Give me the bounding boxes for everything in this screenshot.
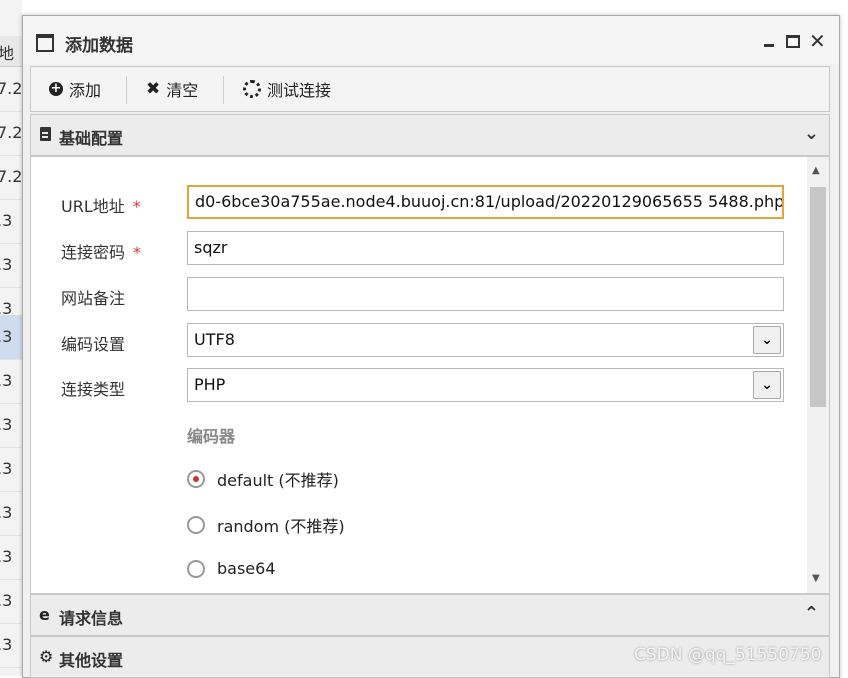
scrollbar-thumb[interactable] [810,187,826,407]
url-label-text: URL地址 [61,197,125,216]
background-row-text: 7.2 [0,167,22,186]
background-row[interactable]: .3 [0,447,22,492]
toolbar: + 添加 ✖ 清空 测试连接 [30,66,830,112]
clear-button-label: 清空 [166,81,199,100]
ie-icon: e [39,605,50,624]
background-row-text: .3 [0,371,13,390]
background-row[interactable]: .3 [0,243,22,288]
background-row[interactable]: .3 [0,623,22,668]
encoder-radio-base64[interactable]: base64 [187,559,276,578]
background-row-text: .3 [0,211,13,230]
spinner-icon [243,80,261,98]
background-row[interactable]: 7.2 [0,67,22,112]
background-list-header: 地 [0,36,22,67]
background-row[interactable]: .3 [0,199,22,244]
watermark: CSDN @qq_51550750 [634,645,822,665]
toolbar-divider [126,76,127,104]
toolbar-divider [223,76,224,104]
close-icon: ✖ [146,79,161,99]
chevron-down-icon[interactable]: ⌄ [753,371,781,399]
plus-circle-icon: + [49,81,63,96]
basic-config-panel: URL地址 * d0-6bce30a755ae.node4.buuoj.cn:81… [30,156,830,594]
add-data-dialog: 添加数据 ✕ + 添加 ✖ 清空 测试连接 基础配置 ⌄ URL地址 * d0-6… [22,15,840,678]
connection-type-value: PHP [194,375,226,394]
background-row-text: 7.2 [0,79,22,98]
section-request-label: 请求信息 [59,609,124,628]
document-icon [40,127,51,141]
encoding-select[interactable]: UTF8 ⌄ [187,323,784,357]
maximize-icon[interactable] [785,33,801,49]
background-row[interactable]: .3 [0,535,22,580]
background-row[interactable]: .3 [0,403,22,448]
background-row-text: .3 [0,547,13,566]
background-header-text: 地 [0,44,15,63]
password-label: 连接密码 * [61,239,141,263]
note-label: 网站备注 [61,289,126,308]
type-label: 连接类型 [61,380,126,399]
password-input[interactable]: sqzr [187,231,784,265]
radio-checked-icon[interactable] [187,470,205,488]
dialog-titlebar[interactable]: 添加数据 ✕ [23,16,839,64]
encoding-label: 编码设置 [61,335,126,354]
background-row-text: .3 [0,415,13,434]
encoder-label: default (不推荐) [217,471,339,490]
test-connection-label: 测试连接 [267,81,332,100]
vertical-scrollbar[interactable]: ▲ ▼ [807,157,829,593]
encoder-label: random (不推荐) [217,517,345,536]
add-button-label: 添加 [69,81,102,100]
background-row-text: .3 [0,459,13,478]
password-label-text: 连接密码 [61,243,126,262]
clear-button[interactable]: ✖ 清空 [146,67,198,111]
test-connection-button[interactable]: 测试连接 [243,67,331,111]
encoder-label: base64 [217,559,276,578]
scroll-down-icon[interactable]: ▼ [812,573,820,584]
section-request-info[interactable]: e 请求信息 ⌃ [30,594,830,636]
section-basic-config[interactable]: 基础配置 ⌄ [30,114,830,156]
background-row[interactable]: .3 [0,579,22,624]
background-row[interactable]: .3 [0,491,22,536]
background-row-text: .3 [0,327,13,346]
required-marker: * [133,243,142,262]
background-row[interactable]: .3 [0,359,22,404]
encoder-radio-random[interactable]: random (不推荐) [187,513,345,537]
background-row-text: 7.2 [0,123,22,142]
radio-unchecked-icon[interactable] [187,559,205,578]
note-input[interactable] [187,277,784,311]
encoder-title: 编码器 [187,427,236,446]
background-row[interactable]: 7.2 [0,155,22,200]
background-row-text: .3 [0,503,13,522]
required-marker: * [132,197,141,216]
background-row-text: .3 [0,255,13,274]
window-icon [36,34,54,52]
encoding-value: UTF8 [194,330,235,349]
gears-icon: ⚙ [39,647,54,666]
background-row-text: .3 [0,635,13,654]
minimize-icon[interactable] [761,33,777,49]
section-basic-label: 基础配置 [59,129,124,148]
chevron-up-icon[interactable]: ⌃ [804,603,819,624]
add-button[interactable]: + 添加 [49,67,101,111]
scroll-up-icon[interactable]: ▲ [812,165,820,176]
background-row[interactable]: 7.2 [0,111,22,156]
connection-type-select[interactable]: PHP ⌄ [187,368,784,402]
background-list: 地 7.2 7.2 7.2 .3 .3 .3 .3 .3 .3 .3 .3 .3… [0,0,22,676]
chevron-down-icon[interactable]: ⌄ [804,123,819,144]
background-row-selected[interactable]: .3 [0,315,22,360]
section-other-label: 其他设置 [59,651,124,670]
chevron-down-icon[interactable]: ⌄ [753,326,781,354]
background-row-text: .3 [0,591,13,610]
dialog-title: 添加数据 [65,36,133,56]
radio-unchecked-icon[interactable] [187,516,205,534]
encoder-radio-default[interactable]: default (不推荐) [187,467,339,491]
close-icon[interactable]: ✕ [809,31,826,51]
url-label: URL地址 * [61,193,141,217]
url-input[interactable]: d0-6bce30a755ae.node4.buuoj.cn:81/upload… [187,185,784,219]
